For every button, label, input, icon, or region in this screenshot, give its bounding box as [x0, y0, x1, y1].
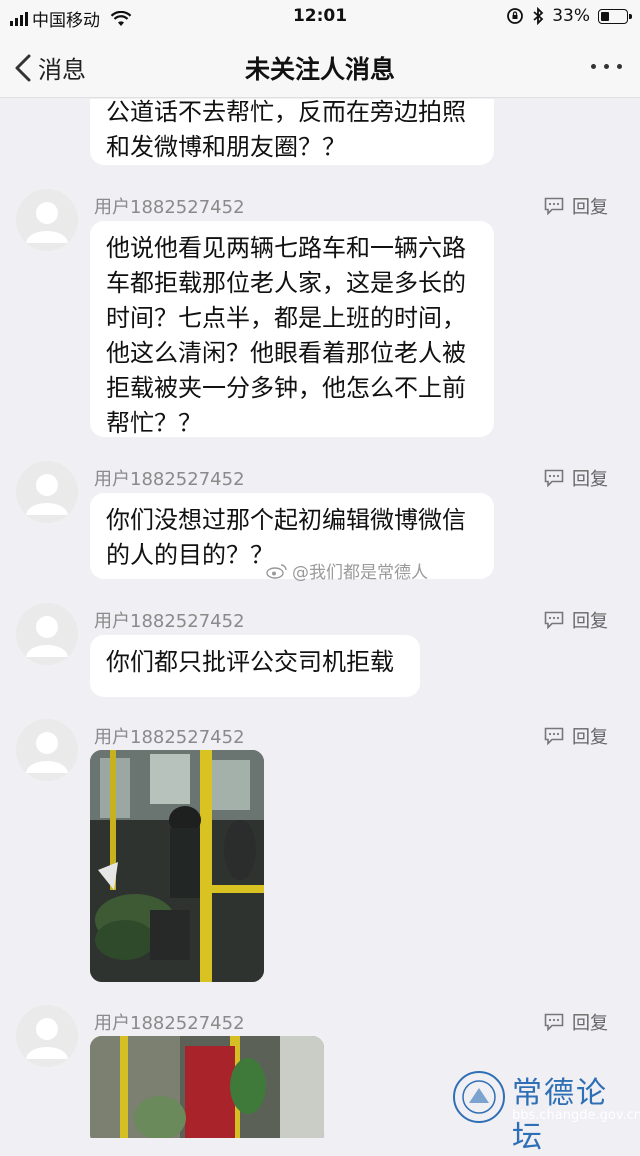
forum-url: bbs.changde.gov.cn — [512, 1108, 640, 1123]
username: 用户1882527452 — [94, 469, 245, 490]
message-line: 车都拒载那位老人家，这是多长的 — [106, 269, 466, 297]
avatar[interactable] — [16, 189, 78, 251]
username: 用户1882527452 — [94, 611, 245, 632]
reply-label: 回复 — [572, 611, 608, 632]
reply-label: 回复 — [572, 1013, 608, 1034]
battery-icon — [598, 8, 632, 24]
more-dot-icon — [604, 64, 609, 69]
nav-bar: 消息 未关注人消息 — [0, 34, 640, 98]
more-dot-icon — [591, 64, 596, 69]
message-line: 你们都只批评公交司机拒载 — [106, 648, 394, 676]
reply-button[interactable]: 回复 — [544, 723, 608, 749]
message-line: 拒载被夹一分多钟，他怎么不上前 — [106, 374, 466, 402]
more-options-button[interactable] — [591, 64, 622, 69]
username: 用户1882527452 — [94, 727, 245, 748]
default-user-icon — [26, 616, 68, 657]
avatar[interactable] — [16, 719, 78, 781]
message-bubble[interactable]: 他说他看见两辆七路车和一辆六路 车都拒载那位老人家，这是多长的 时间？七点半，都… — [90, 221, 494, 437]
message-line: 你们没想过那个起初编辑微博微信 — [106, 506, 466, 534]
reply-button[interactable]: 回复 — [544, 193, 608, 219]
avatar[interactable] — [16, 461, 78, 523]
avatar[interactable] — [16, 603, 78, 665]
watermark-text: @我们都是常德人 — [292, 563, 428, 583]
reply-label: 回复 — [572, 727, 608, 748]
message-line: 他这么清闲？他眼看着那位老人被 — [106, 339, 466, 367]
bus-passenger-photo[interactable] — [90, 1036, 324, 1138]
default-user-icon — [26, 732, 68, 773]
default-user-icon — [26, 474, 68, 515]
battery-percent: 33% — [552, 6, 590, 26]
message-bubble[interactable]: 你们都只批评公交司机拒载 — [90, 635, 420, 697]
page-title: 未关注人消息 — [244, 55, 395, 84]
reply-button[interactable]: 回复 — [544, 1009, 608, 1035]
comment-icon — [544, 197, 564, 215]
message-list[interactable]: 公道话不去帮忙，反而在旁边拍照 和发微博和朋友圈？？ 用户1882527452 … — [0, 99, 640, 1138]
message-line: 时间？七点半，都是上班的时间， — [106, 304, 466, 332]
rotation-lock-icon — [507, 8, 524, 24]
message-line: 帮忙？？ — [106, 409, 202, 437]
comment-icon — [544, 469, 564, 487]
comment-icon — [544, 611, 564, 629]
reply-label: 回复 — [572, 469, 608, 490]
username: 用户1882527452 — [94, 197, 245, 218]
comment-icon — [544, 1013, 564, 1031]
weibo-icon — [266, 563, 287, 579]
username: 用户1882527452 — [94, 1013, 245, 1034]
default-user-icon — [26, 202, 68, 243]
status-right: 33% — [506, 6, 632, 26]
message-line: 公道话不去帮忙，反而在旁边拍照 — [106, 99, 466, 126]
message-bubble[interactable]: 公道话不去帮忙，反而在旁边拍照 和发微博和朋友圈？？ — [90, 99, 494, 165]
message-line: 他说他看见两辆七路车和一辆六路 — [106, 234, 466, 262]
avatar[interactable] — [16, 1005, 78, 1067]
bus-interior-photo[interactable] — [90, 750, 264, 982]
reply-button[interactable]: 回复 — [544, 607, 608, 633]
message-line: 和发微博和朋友圈？？ — [106, 133, 346, 161]
reply-button[interactable]: 回复 — [544, 465, 608, 491]
bluetooth-icon — [533, 7, 544, 25]
default-user-icon — [26, 1018, 68, 1059]
weibo-watermark: @我们都是常德人 — [266, 558, 428, 583]
comment-icon — [544, 727, 564, 745]
forum-seal-icon — [453, 1071, 505, 1123]
forum-logo: 常德论坛 bbs.changde.gov.cn — [452, 1064, 640, 1155]
status-bar: 中国移动 12:01 33% — [0, 0, 640, 34]
reply-label: 回复 — [572, 197, 608, 218]
more-dot-icon — [617, 64, 622, 69]
